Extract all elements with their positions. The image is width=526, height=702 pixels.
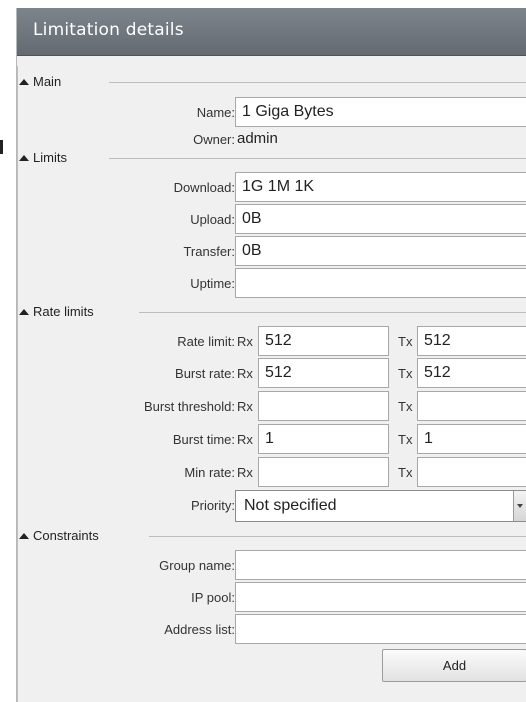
min-rate-tx-field[interactable] — [417, 457, 526, 487]
rate-limit-rx-prefix: Rx — [237, 334, 253, 349]
collapse-triangle-icon — [19, 155, 29, 161]
burst-time-rx-field[interactable]: 1 — [258, 424, 389, 454]
group-name-label: Group name: — [159, 558, 235, 573]
section-rate-limits-title: Rate limits — [33, 304, 94, 319]
divider-limits — [109, 158, 526, 159]
section-limits-title: Limits — [33, 150, 67, 165]
burst-threshold-rx-prefix: Rx — [237, 399, 253, 414]
group-border-left — [17, 66, 18, 702]
section-rate-limits-header[interactable]: Rate limits — [19, 304, 94, 319]
divider-rate-limits — [139, 312, 526, 313]
upload-field[interactable]: 0B — [235, 204, 526, 234]
download-label: Download: — [173, 180, 235, 195]
priority-select[interactable]: Not specified — [235, 490, 526, 522]
rate-limit-rx-field[interactable]: 512 — [258, 326, 389, 356]
burst-threshold-tx-prefix: Tx — [398, 399, 413, 414]
burst-rate-rx-prefix: Rx — [237, 366, 253, 381]
transfer-field[interactable]: 0B — [235, 236, 526, 266]
collapse-triangle-icon — [19, 309, 29, 315]
burst-time-label: Burst time: — [172, 432, 235, 447]
burst-time-tx-field[interactable]: 1 — [417, 424, 526, 454]
download-field[interactable]: 1G 1M 1K — [235, 172, 526, 202]
address-list-label: Address list: — [164, 622, 235, 637]
burst-rate-rx-field[interactable]: 512 — [258, 358, 389, 388]
address-list-field[interactable] — [235, 614, 526, 644]
min-rate-rx-field[interactable] — [258, 457, 389, 487]
section-constraints-title: Constraints — [33, 528, 99, 543]
ip-pool-field[interactable] — [235, 582, 526, 612]
section-constraints-header[interactable]: Constraints — [19, 528, 99, 543]
rate-limit-tx-field[interactable]: 512 — [417, 326, 526, 356]
divider-constraints — [149, 536, 526, 537]
min-rate-label: Min rate: — [184, 465, 235, 480]
min-rate-rx-prefix: Rx — [237, 465, 253, 480]
burst-time-rx-prefix: Rx — [237, 432, 253, 447]
burst-rate-tx-prefix: Tx — [398, 366, 413, 381]
window-title: Limitation details — [33, 20, 184, 40]
uptime-field[interactable] — [235, 268, 526, 298]
burst-time-tx-prefix: Tx — [398, 432, 413, 447]
section-limits-header[interactable]: Limits — [19, 150, 67, 165]
collapse-triangle-icon — [19, 533, 29, 539]
section-main-title: Main — [33, 74, 62, 89]
limitation-details-panel: Limitation details Main Name: 1 Giga Byt… — [16, 8, 526, 702]
uptime-label: Uptime: — [190, 276, 235, 291]
burst-threshold-rx-field[interactable] — [258, 391, 389, 421]
owner-value: admin — [237, 130, 278, 147]
title-bar: Limitation details — [17, 8, 526, 56]
divider-main — [109, 82, 526, 83]
burst-rate-label: Burst rate: — [175, 366, 235, 381]
name-label: Name: — [196, 105, 235, 120]
window-edge-marker — [0, 140, 3, 154]
rate-limit-label: Rate limit: — [177, 334, 235, 349]
dropdown-arrow-button[interactable] — [513, 491, 526, 521]
ip-pool-label: IP pool: — [191, 590, 235, 605]
transfer-label: Transfer: — [183, 244, 235, 259]
collapse-triangle-icon — [19, 79, 29, 85]
burst-threshold-tx-field[interactable] — [417, 391, 526, 421]
burst-rate-tx-field[interactable]: 512 — [417, 358, 526, 388]
upload-label: Upload: — [190, 212, 235, 227]
priority-label: Priority: — [190, 498, 235, 513]
priority-selected-value: Not specified — [244, 497, 337, 514]
min-rate-tx-prefix: Tx — [398, 465, 413, 480]
section-main-header[interactable]: Main — [19, 74, 61, 89]
group-name-field[interactable] — [235, 550, 526, 580]
name-field[interactable]: 1 Giga Bytes — [235, 97, 526, 127]
chevron-down-icon — [517, 504, 523, 508]
add-button[interactable]: Add — [382, 649, 526, 682]
burst-threshold-label: Burst threshold: — [143, 399, 235, 414]
rate-limit-tx-prefix: Tx — [398, 334, 413, 349]
owner-label: Owner: — [193, 132, 235, 147]
